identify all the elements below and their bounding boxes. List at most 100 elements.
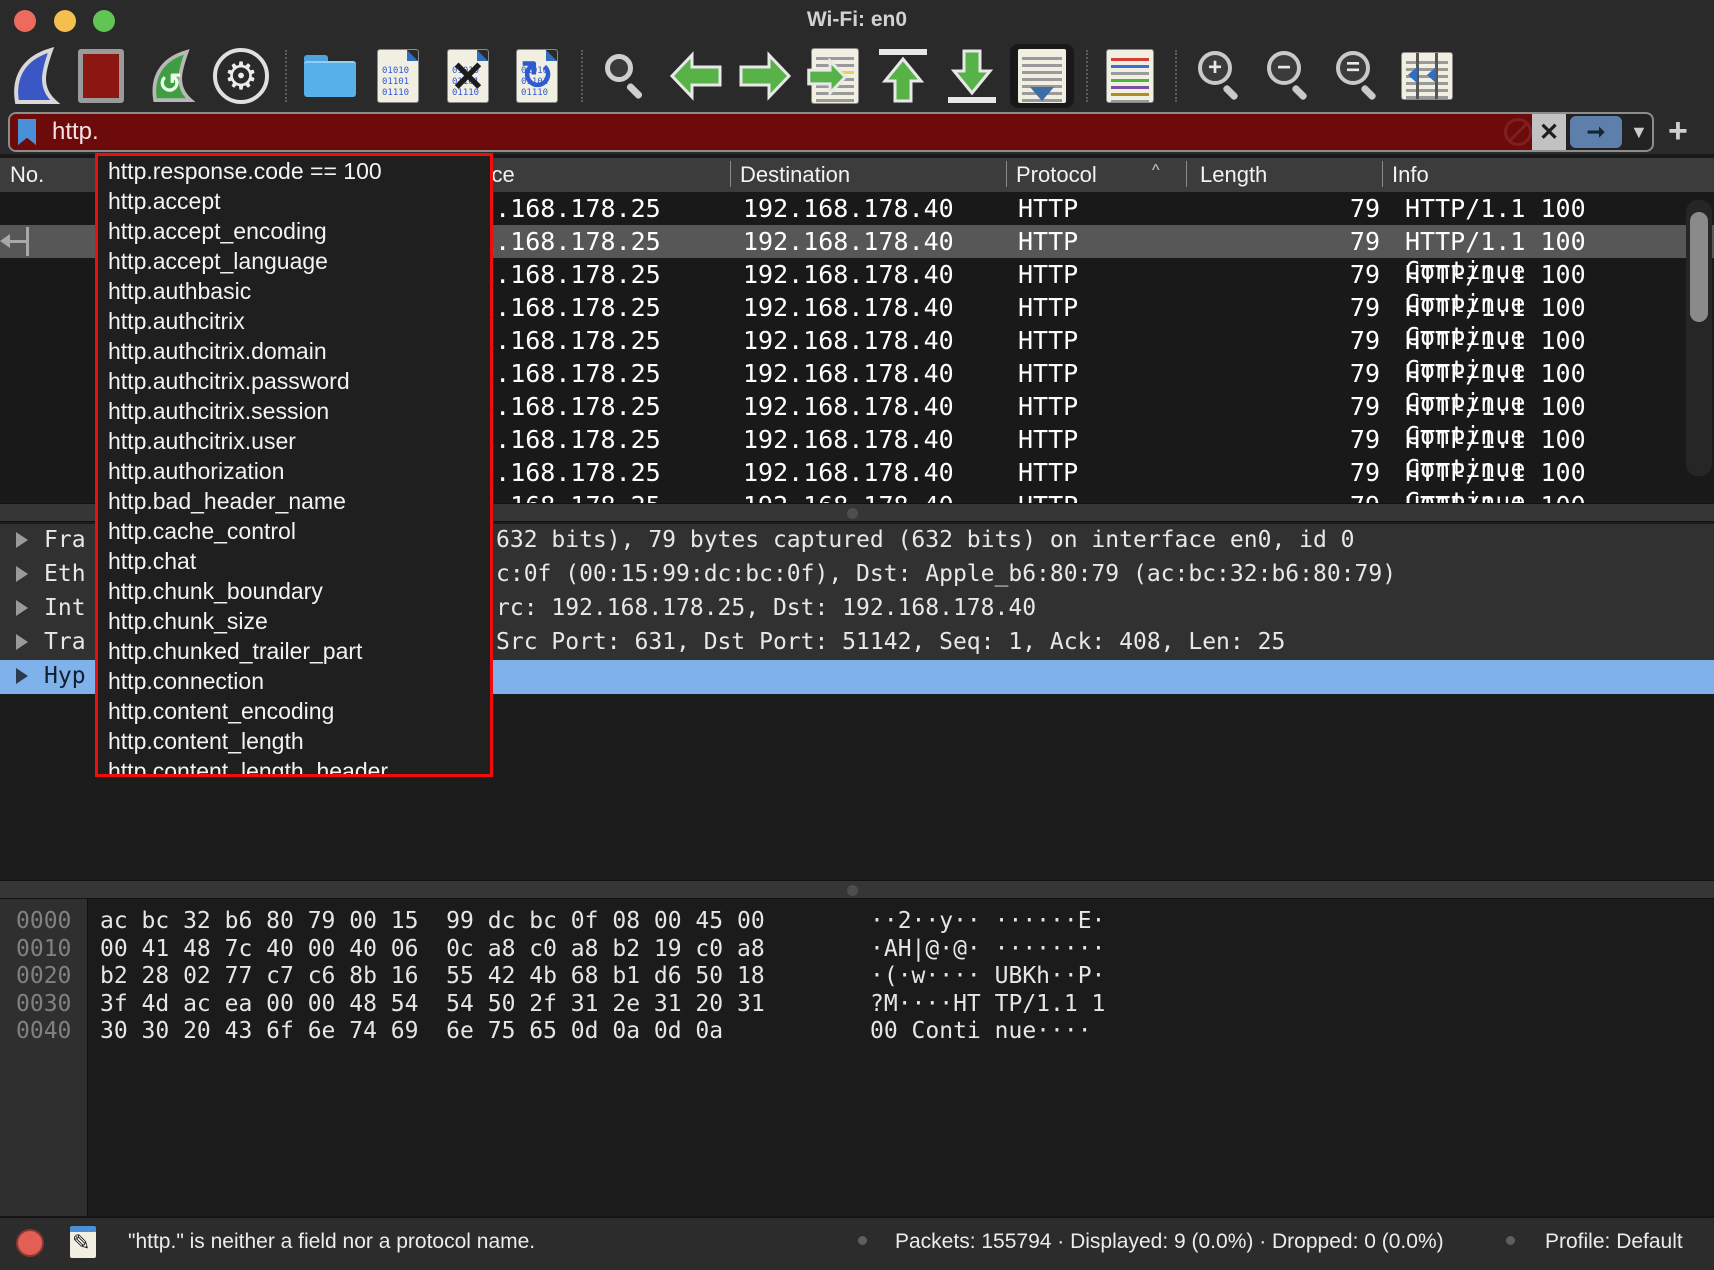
filter-bookmark-icon[interactable] <box>18 119 36 145</box>
go-to-packet-icon[interactable] <box>803 44 867 108</box>
filter-autocomplete-dropdown: http.response.code == 100 http.accept ht… <box>95 153 493 777</box>
zoom-in-icon[interactable]: + <box>1187 44 1251 108</box>
column-header-length[interactable]: Length <box>1200 162 1267 188</box>
filter-history-caret-icon[interactable]: ▼ <box>1630 122 1648 143</box>
column-divider[interactable] <box>1382 161 1383 187</box>
cell-destination: 192.168.178.40 <box>743 359 954 388</box>
autocomplete-item[interactable]: http.chunked_trailer_part <box>98 636 490 666</box>
pane-splitter-bottom[interactable] <box>0 880 1714 899</box>
scrollbar-thumb[interactable] <box>1690 212 1708 322</box>
autocomplete-item[interactable]: http.content_length_header <box>98 756 490 777</box>
cell-protocol: HTTP <box>1018 458 1078 487</box>
close-file-icon[interactable]: 010100110101110 ✕ <box>436 44 500 108</box>
go-forward-icon[interactable] <box>733 44 797 108</box>
save-file-icon[interactable]: 010100110101110 <box>366 44 430 108</box>
autocomplete-item[interactable]: http.response.code == 100 <box>98 156 490 186</box>
column-header-protocol[interactable]: Protocol <box>1016 162 1097 188</box>
packet-bytes-pane[interactable]: 0000 ac bc 32 b6 80 79 00 15 99 dc bc 0f… <box>0 899 1714 1216</box>
reload-arrow-glyph: ↻ <box>517 50 557 102</box>
expand-triangle-icon[interactable] <box>16 668 28 684</box>
detail-text: c:0f (00:15:99:dc:bc:0f), Dst: Apple_b6:… <box>496 561 1396 587</box>
find-packet-icon[interactable] <box>593 44 657 108</box>
column-divider[interactable] <box>1186 161 1187 187</box>
hex-row[interactable]: 0000 ac bc 32 b6 80 79 00 15 99 dc bc 0f… <box>0 907 1714 935</box>
cell-length: 79 <box>1280 293 1380 322</box>
cell-destination: 192.168.178.40 <box>743 392 954 421</box>
hex-bytes: b2 28 02 77 c7 c6 8b 16 55 42 4b 68 b1 d… <box>100 963 765 989</box>
hex-row[interactable]: 0010 00 41 48 7c 40 00 40 06 0c a8 c0 a8… <box>0 935 1714 963</box>
cell-protocol: HTTP <box>1018 392 1078 421</box>
zoom-reset-icon[interactable]: = <box>1325 44 1389 108</box>
wireshark-window: Wi-Fi: en0 ↺ ⚙ 010100110101110 010100110… <box>0 0 1714 1270</box>
autocomplete-item[interactable]: http.authorization <box>98 456 490 486</box>
go-back-icon[interactable] <box>664 44 728 108</box>
autocomplete-item[interactable]: http.chunk_boundary <box>98 576 490 606</box>
autocomplete-item[interactable]: http.authcitrix.session <box>98 396 490 426</box>
column-header-no[interactable]: No. <box>10 162 44 188</box>
filter-clear-button[interactable]: ✕ <box>1532 114 1566 150</box>
reload-file-icon[interactable]: 010100110101110 ↻ <box>505 44 569 108</box>
autocomplete-item[interactable]: http.accept_language <box>98 246 490 276</box>
cell-length: 79 <box>1280 392 1380 421</box>
column-header-info[interactable]: Info <box>1392 162 1429 188</box>
column-divider[interactable] <box>1006 161 1007 187</box>
expand-triangle-icon[interactable] <box>16 634 28 650</box>
auto-scroll-icon[interactable] <box>1010 44 1074 108</box>
detail-text: rc: 192.168.178.25, Dst: 192.168.178.40 <box>496 595 1036 621</box>
autocomplete-item[interactable]: http.chat <box>98 546 490 576</box>
go-to-first-packet-icon[interactable] <box>871 44 935 108</box>
autocomplete-item[interactable]: http.cache_control <box>98 516 490 546</box>
start-capture-icon[interactable] <box>1 44 65 108</box>
autocomplete-item[interactable]: http.content_length <box>98 726 490 756</box>
profile-label[interactable]: Profile: Default <box>1545 1230 1683 1254</box>
autocomplete-item[interactable]: http.bad_header_name <box>98 486 490 516</box>
filter-input-value[interactable]: http. <box>52 118 99 146</box>
expand-triangle-icon[interactable] <box>16 566 28 582</box>
autocomplete-item[interactable]: http.accept <box>98 186 490 216</box>
filter-input-invalid[interactable]: http. <box>10 114 1532 150</box>
autocomplete-item[interactable]: http.authbasic <box>98 276 490 306</box>
restart-capture-icon[interactable]: ↺ <box>138 44 202 108</box>
hex-row[interactable]: 0040 30 30 20 43 6f 6e 74 69 6e 75 65 0d… <box>0 1017 1714 1045</box>
expert-info-icon[interactable] <box>16 1229 44 1257</box>
toolbar-separator <box>1175 50 1177 102</box>
detail-text: 632 bits), 79 bytes captured (632 bits) … <box>496 527 1355 553</box>
cell-destination: 192.168.178.40 <box>743 260 954 289</box>
autocomplete-item[interactable]: http.connection <box>98 666 490 696</box>
cell-length: 79 <box>1280 458 1380 487</box>
stop-capture-icon[interactable] <box>69 44 133 108</box>
close-x-glyph: ✕ <box>448 50 488 102</box>
hex-offset: 0020 <box>16 963 71 989</box>
autocomplete-item[interactable]: http.authcitrix.password <box>98 366 490 396</box>
cell-protocol: HTTP <box>1018 260 1078 289</box>
autocomplete-item[interactable]: http.authcitrix.domain <box>98 336 490 366</box>
autocomplete-item[interactable]: http.authcitrix <box>98 306 490 336</box>
column-header-destination[interactable]: Destination <box>740 162 850 188</box>
zoom-out-icon[interactable]: − <box>1256 44 1320 108</box>
autocomplete-item[interactable]: http.chunk_size <box>98 606 490 636</box>
status-bar: "http." is neither a field nor a protoco… <box>0 1216 1714 1270</box>
autocomplete-item[interactable]: http.authcitrix.user <box>98 426 490 456</box>
open-file-folder-icon[interactable] <box>298 44 362 108</box>
display-filter-field[interactable]: http. ✕ ➞ ▼ <box>8 112 1654 152</box>
autocomplete-item[interactable]: http.content_encoding <box>98 696 490 726</box>
filter-apply-button[interactable]: ➞ <box>1570 116 1622 148</box>
hex-row[interactable]: 0020 b2 28 02 77 c7 c6 8b 16 55 42 4b 68… <box>0 962 1714 990</box>
detail-label: Fra <box>44 527 86 553</box>
status-message: "http." is neither a field nor a protoco… <box>128 1230 535 1254</box>
filter-add-button[interactable]: + <box>1668 112 1688 151</box>
expand-triangle-icon[interactable] <box>16 600 28 616</box>
expand-triangle-icon[interactable] <box>16 532 28 548</box>
resize-columns-icon[interactable] <box>1395 44 1459 108</box>
cell-length: 79 <box>1280 425 1380 454</box>
hex-offset: 0030 <box>16 991 71 1017</box>
capture-comment-icon[interactable] <box>70 1226 96 1258</box>
column-divider[interactable] <box>730 161 731 187</box>
go-to-last-packet-icon[interactable] <box>940 44 1004 108</box>
cell-destination: 192.168.178.40 <box>743 491 954 503</box>
hex-bytes: 30 30 20 43 6f 6e 74 69 6e 75 65 0d 0a 0… <box>100 1018 723 1044</box>
colorize-icon[interactable] <box>1098 44 1162 108</box>
hex-row[interactable]: 0030 3f 4d ac ea 00 00 48 54 54 50 2f 31… <box>0 990 1714 1018</box>
capture-options-gear-icon[interactable]: ⚙ <box>209 44 273 108</box>
autocomplete-item[interactable]: http.accept_encoding <box>98 216 490 246</box>
